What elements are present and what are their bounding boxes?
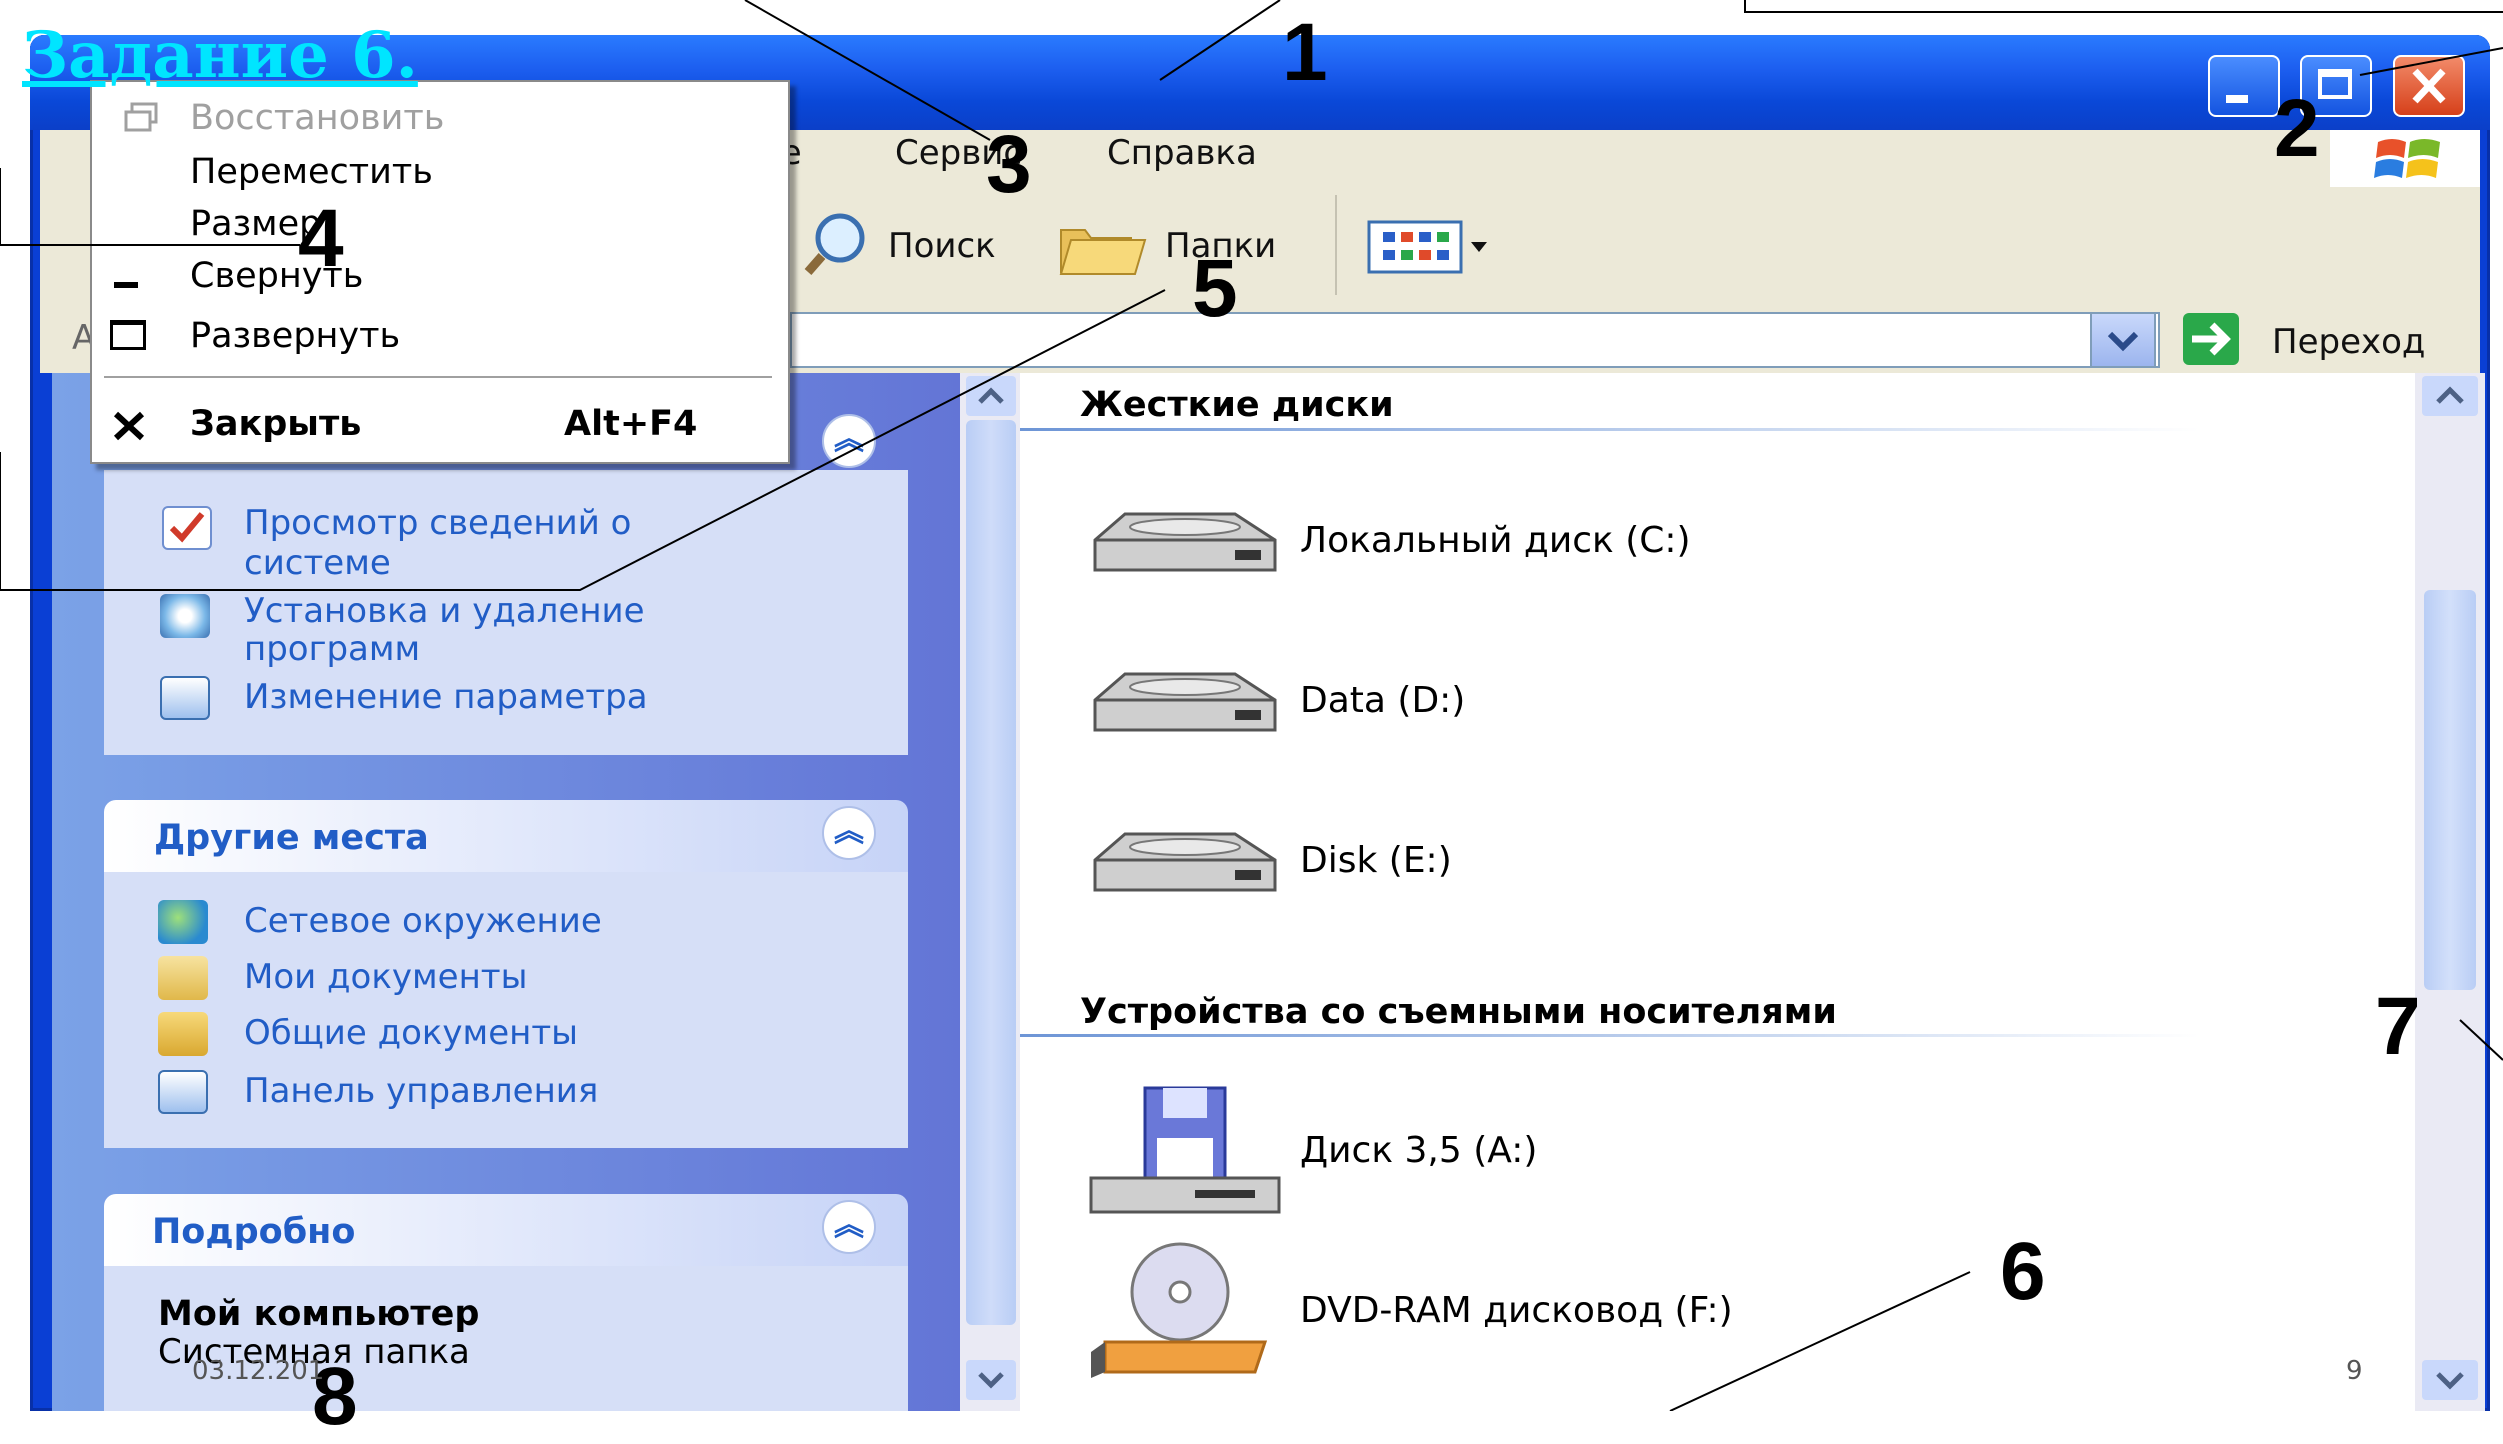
callout-4: 4 xyxy=(298,193,344,284)
callout-7: 7 xyxy=(2375,981,2421,1072)
callout-1: 1 xyxy=(1282,7,1328,98)
callout-6: 6 xyxy=(2000,1226,2046,1317)
callout-lines xyxy=(0,0,2503,1411)
callout-5: 5 xyxy=(1192,243,1238,334)
callout-2: 2 xyxy=(2274,83,2320,174)
slide-page-number: 9 xyxy=(2346,1356,2363,1386)
callout-3: 3 xyxy=(986,119,1032,210)
slide-date: 03.12.201 xyxy=(192,1356,325,1386)
